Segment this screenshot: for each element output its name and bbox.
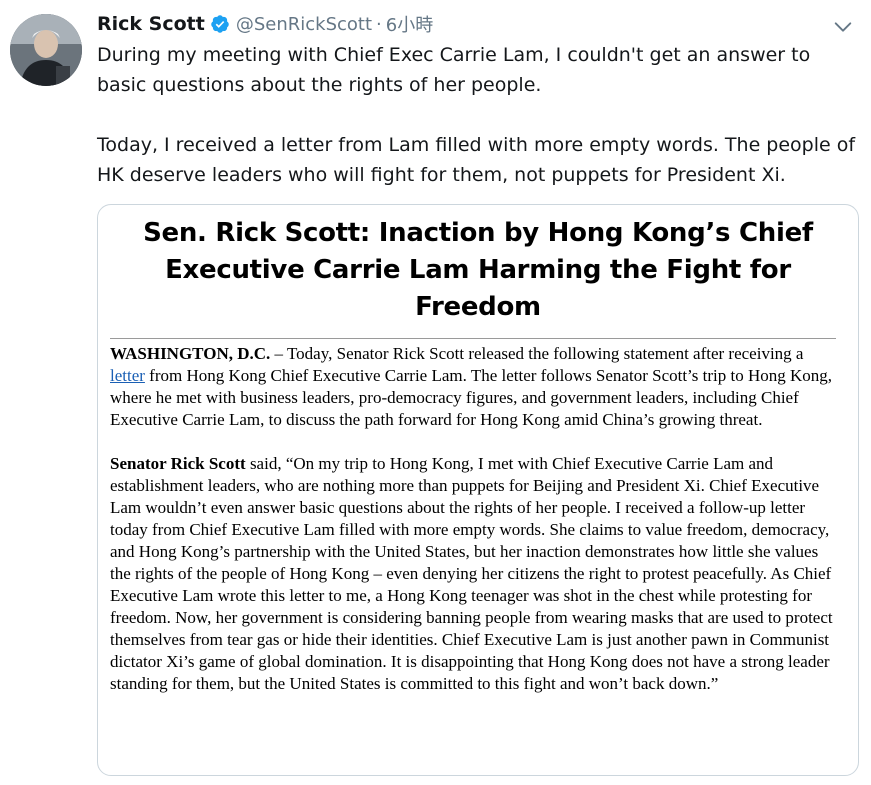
avatar-photo xyxy=(10,14,82,86)
card-paragraph-2-text: said, “On my trip to Hong Kong, I met wi… xyxy=(110,454,833,693)
author-name[interactable]: Rick Scott xyxy=(97,13,205,35)
tweet-paragraph-1: During my meeting with Chief Exec Carrie… xyxy=(97,44,811,96)
speaker-name: Senator Rick Scott xyxy=(110,454,246,473)
card-headline: Sen. Rick Scott: Inaction by Hong Kong’s… xyxy=(143,218,813,322)
separator-dot: · xyxy=(376,13,382,35)
tweet-header: Rick Scott @SenRickScott · 6小時 xyxy=(97,11,433,37)
card-divider xyxy=(110,338,836,339)
chevron-down-icon[interactable] xyxy=(832,16,854,38)
card-body: WASHINGTON, D.C. – Today, Senator Rick S… xyxy=(110,343,840,695)
author-handle[interactable]: @SenRickScott xyxy=(236,14,372,35)
letter-link[interactable]: letter xyxy=(110,366,145,385)
dateline: WASHINGTON, D.C. xyxy=(110,344,271,363)
media-card[interactable]: Sen. Rick Scott: Inaction by Hong Kong’s… xyxy=(97,204,859,776)
tweet-timestamp[interactable]: 6小時 xyxy=(386,11,433,37)
avatar[interactable] xyxy=(10,14,82,86)
card-paragraph-1-text-a: – Today, Senator Rick Scott released the… xyxy=(270,344,804,363)
card-paragraph-1: WASHINGTON, D.C. – Today, Senator Rick S… xyxy=(110,343,840,431)
tweet-paragraph-2: Today, I received a letter from Lam fill… xyxy=(97,134,856,186)
tweet-text: During my meeting with Chief Exec Carrie… xyxy=(97,40,857,190)
verified-badge-icon xyxy=(210,14,230,34)
card-paragraph-1-text-b: from Hong Kong Chief Executive Carrie La… xyxy=(110,366,833,429)
card-paragraph-2: Senator Rick Scott said, “On my trip to … xyxy=(110,453,840,695)
